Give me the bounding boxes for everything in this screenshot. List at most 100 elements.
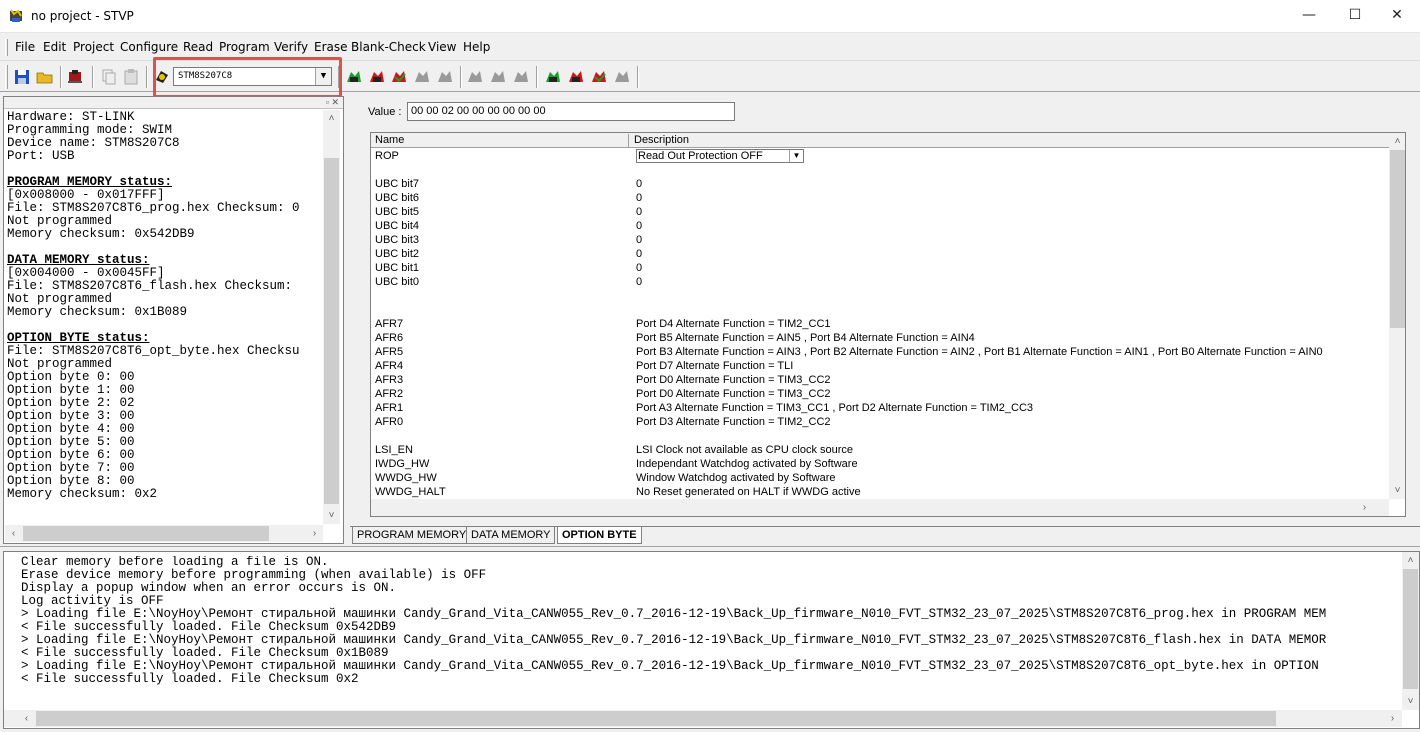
- scroll-down-icon[interactable]: ˅: [1402, 693, 1419, 710]
- table-row[interactable]: AFR1 Port A3 Alternate Function = TIM3_CC…: [371, 401, 1389, 415]
- close-button[interactable]: ✕: [1374, 0, 1420, 33]
- table-horizontal-scrollbar[interactable]: ›: [371, 499, 1389, 516]
- tab-data-memory[interactable]: DATA MEMORY: [466, 527, 556, 544]
- table-row[interactable]: IWDG_HW Independant Watchdog activated by…: [371, 457, 1389, 471]
- menu-view[interactable]: View: [428, 40, 456, 54]
- info-vertical-scrollbar[interactable]: ˄ ˅: [323, 110, 340, 524]
- table-row[interactable]: LSI_EN LSI Clock not available as CPU clo…: [371, 443, 1389, 457]
- scroll-left-icon[interactable]: ‹: [18, 710, 35, 727]
- row-name: AFR0: [375, 416, 404, 428]
- log-line: < File successfully loaded. File Checksu…: [21, 672, 359, 686]
- table-row[interactable]: UBC bit7 0: [371, 177, 1389, 191]
- minimize-button[interactable]: —: [1286, 0, 1332, 33]
- table-row[interactable]: AFR7 Port D4 Alternate Function = TIM2_CC…: [371, 317, 1389, 331]
- table-row[interactable]: [371, 303, 1389, 317]
- table-row[interactable]: AFR4 Port D7 Alternate Function = TLI: [371, 359, 1389, 373]
- maximize-button[interactable]: ☐: [1332, 0, 1378, 33]
- scroll-right-icon[interactable]: ›: [1384, 710, 1401, 727]
- row-name: AFR7: [375, 318, 404, 330]
- table-row[interactable]: WWDG_HALT No Reset generated on HALT if W…: [371, 485, 1389, 499]
- log-horizontal-scrollbar[interactable]: ‹ ›: [4, 710, 1402, 727]
- row-description: 0: [636, 220, 643, 232]
- scroll-right-icon[interactable]: ›: [306, 525, 323, 542]
- scroll-down-icon[interactable]: ˅: [1389, 482, 1405, 499]
- panel-splitter[interactable]: [0, 546, 1420, 550]
- table-row[interactable]: WWDG_HW Window Watchdog activated by Soft…: [371, 471, 1389, 485]
- table-row[interactable]: AFR5 Port B3 Alternate Function = AIN3 , …: [371, 345, 1389, 359]
- table-row[interactable]: UBC bit4 0: [371, 219, 1389, 233]
- info-horizontal-scrollbar[interactable]: ‹ ›: [5, 525, 323, 542]
- column-header-description[interactable]: Description: [630, 134, 1390, 148]
- toolbar-grip: [5, 65, 8, 89]
- scroll-up-icon[interactable]: ˄: [323, 110, 340, 127]
- table-row[interactable]: UBC bit1 0: [371, 261, 1389, 275]
- table-row[interactable]: UBC bit6 0: [371, 191, 1389, 205]
- menu-file[interactable]: File: [15, 40, 35, 54]
- info-panel: ▫ ✕ Hardware: ST-LINK Programming mode: S…: [3, 96, 344, 544]
- device-select[interactable]: STM8S207C8 ▼: [173, 67, 332, 86]
- menu-blank-check[interactable]: Blank-Check: [351, 40, 426, 54]
- read-current-icon[interactable]: [345, 68, 363, 86]
- open-folder-icon[interactable]: [36, 68, 54, 86]
- rop-select[interactable]: Read Out Protection OFF ▼: [636, 149, 804, 163]
- log-vertical-scrollbar[interactable]: ˄ ˅: [1402, 552, 1419, 710]
- chevron-down-icon[interactable]: ▼: [789, 150, 803, 162]
- tab-program-memory[interactable]: PROGRAM MEMORY: [352, 527, 472, 544]
- scroll-up-icon[interactable]: ˄: [1389, 133, 1405, 150]
- row-description: Port D0 Alternate Function = TIM3_CC2: [636, 374, 831, 386]
- table-row[interactable]: AFR3 Port D0 Alternate Function = TIM3_CC…: [371, 373, 1389, 387]
- verify-tab-icon[interactable]: [590, 68, 608, 86]
- table-vertical-scrollbar[interactable]: ˄ ˅: [1389, 133, 1405, 499]
- save-icon[interactable]: [13, 68, 31, 86]
- table-row[interactable]: [371, 429, 1389, 443]
- read-tab-icon[interactable]: [544, 68, 562, 86]
- menu-erase[interactable]: Erase: [314, 40, 348, 54]
- table-row-rop[interactable]: ROP Read Out Protection OFF ▼: [371, 149, 1389, 163]
- menu-program[interactable]: Program: [219, 40, 270, 54]
- menu-help[interactable]: Help: [463, 40, 490, 54]
- info-hscroll-thumb[interactable]: [23, 526, 269, 541]
- panel-buttons-icon[interactable]: ▫ ✕: [326, 97, 339, 108]
- table-row[interactable]: AFR2 Port D0 Alternate Function = TIM3_CC…: [371, 387, 1389, 401]
- table-row[interactable]: UBC bit0 0: [371, 275, 1389, 289]
- table-header: Name Description: [371, 133, 1389, 148]
- table-row[interactable]: [371, 163, 1389, 177]
- row-name: WWDG_HALT: [375, 486, 446, 498]
- tab-option-byte[interactable]: OPTION BYTE: [557, 527, 642, 544]
- row-description: Independant Watchdog activated by Softwa…: [636, 458, 858, 470]
- toolbar-separator: [60, 66, 62, 88]
- scroll-right-icon[interactable]: ›: [1356, 499, 1373, 516]
- log-text: Clear memory before loading a file is ON…: [21, 556, 1404, 706]
- table-row[interactable]: UBC bit2 0: [371, 247, 1389, 261]
- program-tab-icon[interactable]: [567, 68, 585, 86]
- row-description: Port D4 Alternate Function = TIM2_CC1: [636, 318, 831, 330]
- chevron-down-icon[interactable]: ▼: [315, 68, 331, 85]
- menu-configure[interactable]: Configure: [120, 40, 178, 54]
- row-description: Port D7 Alternate Function = TLI: [636, 360, 794, 372]
- table-row[interactable]: UBC bit3 0: [371, 233, 1389, 247]
- info-scroll-thumb[interactable]: [324, 158, 339, 504]
- scroll-up-icon[interactable]: ˄: [1402, 552, 1419, 569]
- scroll-left-icon[interactable]: ‹: [5, 525, 22, 542]
- program-current-icon[interactable]: [368, 68, 386, 86]
- row-name: AFR2: [375, 388, 404, 400]
- menu-edit[interactable]: Edit: [43, 40, 66, 54]
- menu-verify[interactable]: Verify: [274, 40, 308, 54]
- table-row[interactable]: AFR0 Port D3 Alternate Function = TIM2_CC…: [371, 415, 1389, 429]
- row-name: UBC bit7: [375, 178, 420, 190]
- verify-current-icon[interactable]: [390, 68, 408, 86]
- menu-project[interactable]: Project: [73, 40, 114, 54]
- table-row[interactable]: UBC bit5 0: [371, 205, 1389, 219]
- log-scroll-thumb[interactable]: [1403, 569, 1418, 689]
- table-row[interactable]: AFR6 Port B5 Alternate Function = AIN5 , …: [371, 331, 1389, 345]
- log-hscroll-thumb[interactable]: [36, 711, 1276, 726]
- scroll-down-icon[interactable]: ˅: [323, 507, 340, 524]
- table-scroll-thumb[interactable]: [1390, 150, 1405, 328]
- device-icon[interactable]: [66, 68, 84, 86]
- window-title: no project - STVP: [31, 9, 134, 23]
- table-row[interactable]: [371, 289, 1389, 303]
- value-input[interactable]: 00 00 02 00 00 00 00 00 00: [407, 102, 735, 121]
- program-all-icon: [491, 71, 505, 82]
- column-header-name[interactable]: Name: [371, 134, 629, 148]
- menu-read[interactable]: Read: [183, 40, 213, 54]
